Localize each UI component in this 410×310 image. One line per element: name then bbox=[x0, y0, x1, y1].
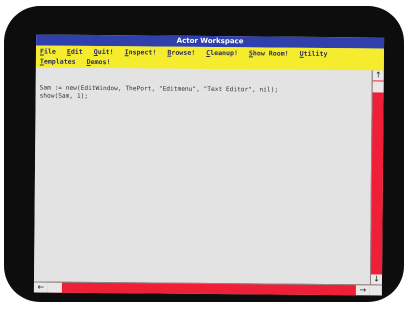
menu-utility[interactable]: Utility bbox=[300, 50, 328, 58]
menu-quit[interactable]: Quit! bbox=[94, 48, 114, 56]
menu-row-2: Templates Demos! bbox=[40, 58, 118, 67]
resize-corner[interactable] bbox=[369, 285, 382, 296]
editor-area[interactable]: Sam := new(EditWindow, ThePort, "Editmen… bbox=[33, 67, 372, 285]
monitor-bezel: Actor Workspace File Edit Quit! Inspect!… bbox=[4, 6, 404, 302]
code-line: show(Sam, 1); bbox=[39, 92, 89, 100]
menu-file[interactable]: File bbox=[40, 48, 56, 56]
menu-browse[interactable]: Browse! bbox=[167, 49, 195, 57]
screen: Actor Workspace File Edit Quit! Inspect!… bbox=[33, 34, 385, 296]
menu-edit[interactable]: Edit bbox=[67, 48, 83, 56]
menu-bar: File Edit Quit! Inspect! Browse! Cleanup… bbox=[35, 45, 385, 71]
menu-inspect[interactable]: Inspect! bbox=[125, 48, 157, 56]
menu-row-1: File Edit Quit! Inspect! Browse! Cleanup… bbox=[40, 48, 335, 59]
menu-show-room[interactable]: Show Room! bbox=[249, 49, 289, 57]
horizontal-scrollbar[interactable]: ← → bbox=[33, 281, 382, 296]
scroll-left-arrow-icon[interactable]: ← bbox=[33, 282, 48, 293]
code-text[interactable]: Sam := new(EditWindow, ThePort, "Editmen… bbox=[40, 85, 279, 103]
scroll-right-arrow-icon[interactable]: → bbox=[355, 285, 370, 296]
vertical-scrollbar[interactable]: ↑ ↓ bbox=[369, 70, 385, 285]
scroll-up-arrow-icon[interactable]: ↑ bbox=[372, 70, 384, 81]
scroll-down-arrow-icon[interactable]: ↓ bbox=[370, 274, 383, 285]
vertical-scroll-thumb[interactable] bbox=[372, 81, 384, 93]
menu-demos[interactable]: Demos! bbox=[87, 58, 111, 66]
horizontal-scroll-thumb[interactable] bbox=[47, 282, 62, 293]
menu-cleanup[interactable]: Cleanup! bbox=[206, 49, 238, 57]
menu-templates[interactable]: Templates bbox=[40, 58, 76, 66]
window-title: Actor Workspace bbox=[176, 36, 244, 46]
